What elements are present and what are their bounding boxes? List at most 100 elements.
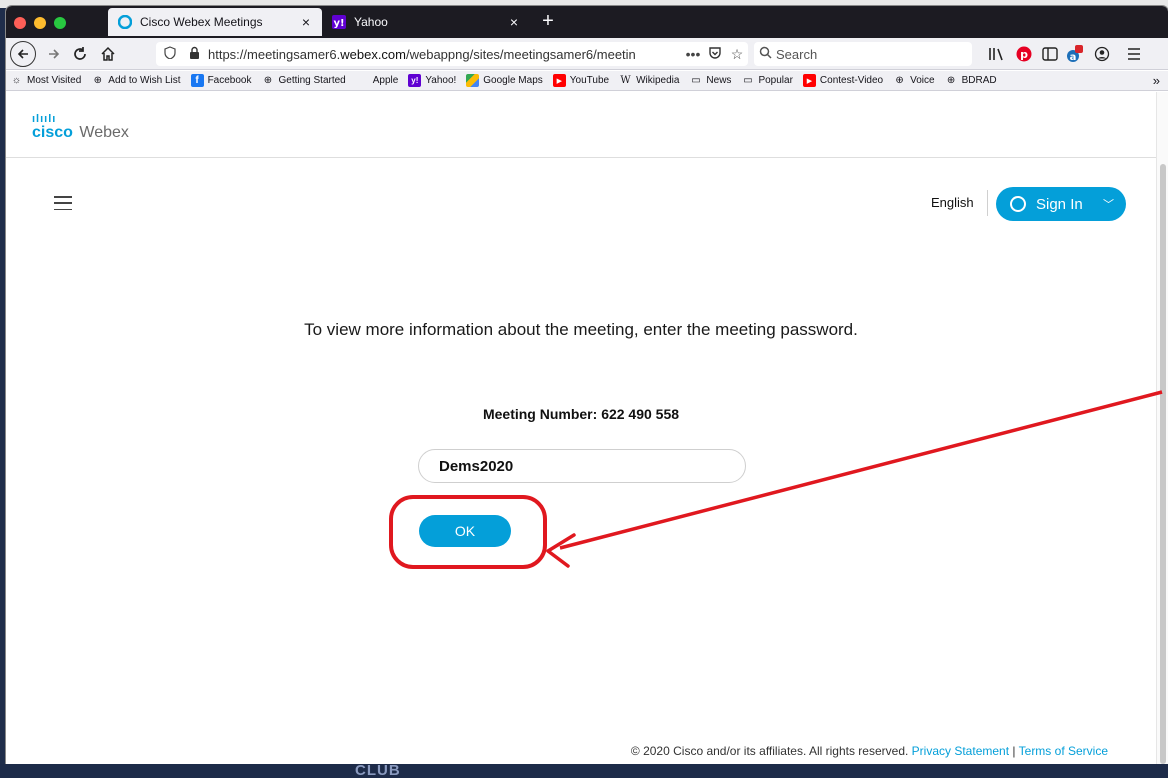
pinterest-icon[interactable]: p [1014,44,1034,64]
bookmark-wikipedia[interactable]: W Wikipedia [619,74,679,87]
lock-icon [184,46,204,62]
pocket-icon[interactable] [704,46,726,63]
page-footer: © 2020 Cisco and/or its affiliates. All … [6,744,1156,758]
forward-arrow-icon [49,49,60,59]
reload-icon [74,47,86,60]
apple-icon [356,74,369,87]
search-input[interactable]: Search [754,42,972,66]
tab-cisco-webex[interactable]: Cisco Webex Meetings × [108,8,322,36]
meeting-number-label: Meeting Number: [482,406,598,422]
yahoo-icon: y! [408,74,422,87]
tab-title: Yahoo [354,15,388,29]
privacy-statement-link[interactable]: Privacy Statement [912,744,1009,758]
page-scrollbar[interactable] [1156,92,1168,764]
bookmark-add-to-wish-list[interactable]: ⊕ Add to Wish List [91,74,181,87]
annotation-circle [389,495,547,569]
youtube-icon: ▶ [552,74,566,87]
bookmark-google-maps[interactable]: Google Maps [466,74,543,87]
close-window-button[interactable] [14,17,26,29]
sign-in-label: Sign In [1036,195,1083,213]
copyright-text: © 2020 Cisco and/or its affiliates. All … [630,744,909,758]
back-button[interactable] [10,41,36,67]
tab-strip: Cisco Webex Meetings × y! Yahoo × + [6,6,1168,38]
bookmark-apple[interactable]: Apple [356,74,399,87]
password-input[interactable]: Dems2020 [418,449,746,483]
chevron-down-icon: ﹀ [1103,199,1114,211]
maps-icon [466,74,480,87]
hamburger-menu-icon[interactable] [54,196,72,210]
scrollbar-thumb[interactable] [1160,164,1166,764]
extension-icon[interactable]: a [1064,44,1084,64]
browser-window: Cisco Webex Meetings × y! Yahoo × + http… [6,6,1168,764]
home-button[interactable] [96,42,120,66]
bookmark-popular[interactable]: ▭ Popular [741,74,793,87]
shield-icon [160,46,180,62]
search-icon [754,46,776,62]
bookmark-star-icon[interactable]: ☆ [726,46,748,63]
sign-in-button[interactable]: Sign In ﹀ [996,187,1126,221]
globe-icon: ⊕ [946,75,956,86]
navigation-bar: https://meetingsamer6.webex.com/webappng… [6,38,1168,70]
page-actions-button[interactable]: ••• [682,46,704,62]
reload-button[interactable] [68,42,92,66]
bookmark-youtube[interactable]: ▶ YouTube [552,74,609,87]
yahoo-icon: y! [332,15,346,29]
globe-icon: ⊕ [895,75,904,86]
bookmarks-overflow-button[interactable]: » [1153,73,1160,88]
tab-title: Cisco Webex Meetings [140,15,263,29]
bookmark-getting-started[interactable]: ⊕ Getting Started [261,74,346,87]
svg-text:y!: y! [333,18,344,29]
cisco-webex-logo[interactable]: ılıılı cisco Webex [32,114,129,142]
close-tab-icon[interactable]: × [296,14,316,30]
desktop-text: CLUB [355,762,401,778]
back-arrow-icon [17,49,28,59]
globe-icon: ⊕ [263,75,273,86]
footer-separator: | [1012,744,1016,758]
wikipedia-icon: W [620,75,631,86]
home-icon [101,46,115,61]
webex-icon [1010,196,1026,212]
page-header: ılıılı cisco Webex [6,92,1156,158]
webex-page: ılıılı cisco Webex English Sign In ﹀ To … [6,92,1156,764]
bookmark-most-visited[interactable]: ☼ Most Visited [10,74,81,87]
bookmark-bdrad[interactable]: ⊕ BDRAD [945,74,997,87]
logo-wordmark: cisco Webex [32,124,129,141]
bookmark-news[interactable]: ▭ News [689,74,731,87]
webex-icon [118,15,132,29]
maximize-window-button[interactable] [54,17,66,29]
password-prompt: To view more information about the meeti… [304,320,858,339]
bookmark-voice[interactable]: ⊕ Voice [893,74,934,87]
forward-button[interactable] [42,42,66,66]
svg-text:a: a [1070,52,1077,63]
terms-of-service-link[interactable]: Terms of Service [1019,744,1108,758]
library-icon[interactable] [986,44,1006,64]
divider [987,190,988,216]
bookmarks-bar: ☼ Most Visited ⊕ Add to Wish List f Faceboo… [6,71,1168,91]
gear-icon: ☼ [11,75,22,86]
url-domain: webex.com [340,46,406,62]
url-bar[interactable]: https://meetingsamer6.webex.com/webappng… [156,42,748,66]
bookmark-yahoo[interactable]: y! Yahoo! [408,74,456,87]
url-text: https://meetingsamer6.webex.com/webappng… [208,46,636,62]
folder-icon: ▭ [691,75,701,86]
meeting-number: Meeting Number: 622 490 558 [6,406,1156,422]
close-tab-icon[interactable]: × [504,14,524,30]
youtube-icon: ▶ [802,74,816,87]
new-tab-button[interactable]: + [536,10,560,34]
meeting-number-value: 622 490 558 [601,406,680,422]
password-value: Dems2020 [439,457,514,475]
cisco-bars-icon: ılıılı [32,113,57,125]
menu-icon[interactable] [1124,44,1144,64]
language-selector[interactable]: English [931,195,974,210]
folder-icon: ▭ [743,75,753,86]
bookmark-facebook[interactable]: f Facebook [190,74,251,87]
sidebar-icon[interactable] [1040,44,1060,64]
facebook-icon: f [190,74,204,87]
bookmark-contest-video[interactable]: ▶ Contest-Video [802,74,883,87]
tab-yahoo[interactable]: y! Yahoo × [322,8,530,36]
account-icon[interactable] [1092,44,1112,64]
search-placeholder: Search [776,46,818,62]
minimize-window-button[interactable] [34,17,46,29]
globe-icon: ⊕ [93,75,102,86]
desktop-background [0,764,1168,778]
